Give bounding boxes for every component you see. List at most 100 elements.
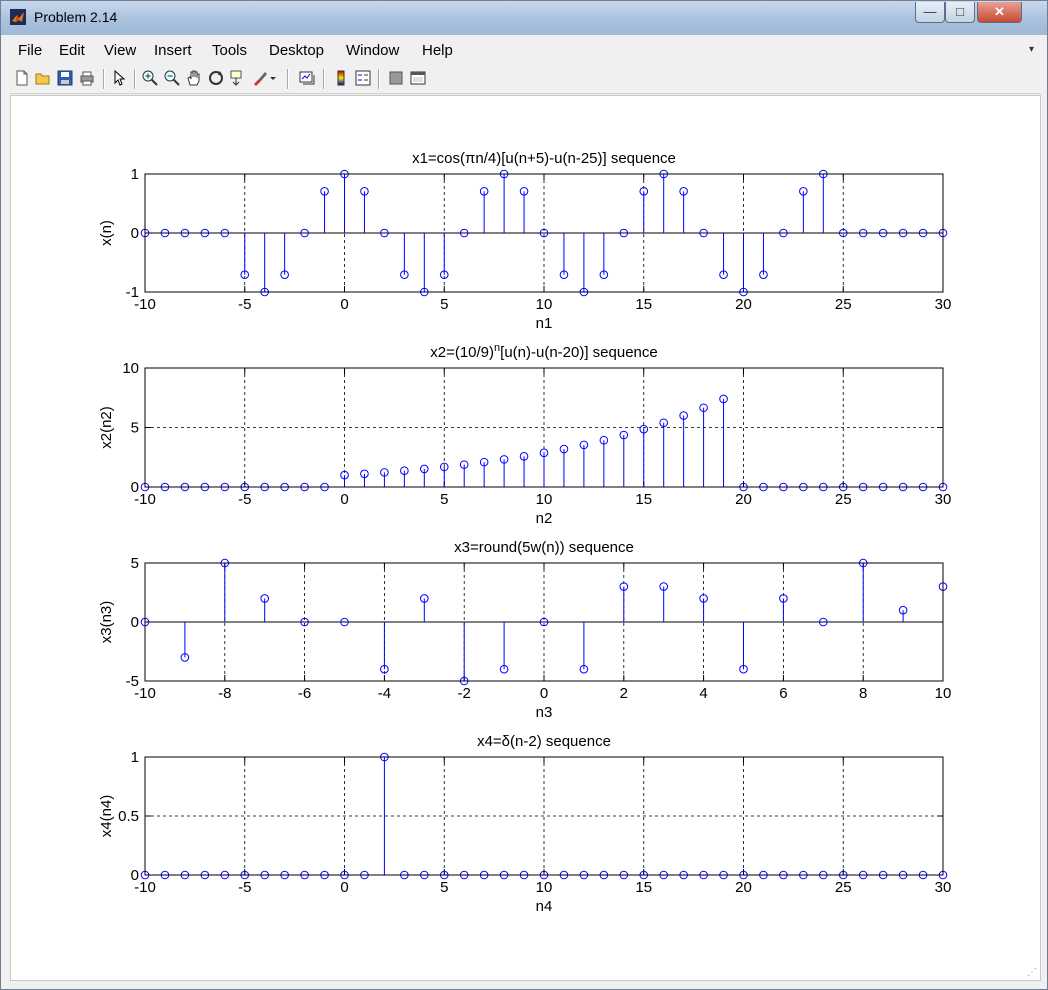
toolbar-separator: [378, 69, 380, 89]
x-axis-label: n4: [536, 898, 553, 915]
y-tick-label: 0: [131, 479, 139, 496]
menu-edit[interactable]: Edit: [59, 42, 85, 59]
y-axis-label: x4(n4): [98, 795, 115, 838]
y-axis-label: x2(n2): [98, 406, 115, 449]
figure-window: Problem 2.14 — □ ✕ File Edit View Insert…: [0, 0, 1048, 990]
hide-plot-tools-icon[interactable]: [387, 69, 405, 87]
insert-legend-icon[interactable]: [354, 69, 372, 87]
y-tick-label: 0.5: [118, 808, 139, 825]
window-title: Problem 2.14: [34, 9, 118, 25]
show-plot-tools-icon[interactable]: [409, 69, 427, 87]
x-tick-label: 15: [635, 879, 652, 896]
y-axis-label: x3(n3): [98, 601, 115, 644]
y-tick-label: 5: [131, 555, 139, 572]
menu-tools[interactable]: Tools: [212, 42, 247, 59]
y-tick-label: 10: [122, 360, 139, 377]
subplot-title: x2=(10/9)n[u(n)-u(n-20)] sequence: [430, 342, 658, 361]
menu-insert[interactable]: Insert: [154, 42, 192, 59]
subplot-4: -10 -5 0 5 10 15 20 25 3000.51x4=δ(n-2) sequence…: [98, 733, 951, 915]
insert-colorbar-icon[interactable]: [332, 69, 350, 87]
x-tick-label: 5: [440, 491, 448, 508]
toolbar-separator: [134, 69, 136, 89]
x-tick-label: 4: [699, 685, 707, 702]
y-tick-label: 0: [131, 614, 139, 631]
x-tick-label: 25: [835, 296, 852, 313]
x-tick-label: 25: [835, 491, 852, 508]
x-tick-label: -5: [238, 879, 251, 896]
subplot-title: x3=round(5w(n)) sequence: [454, 539, 634, 556]
x-tick-label: -6: [298, 685, 311, 702]
edit-plot-arrow-icon[interactable]: [110, 69, 128, 87]
resize-grip-icon[interactable]: ⋰: [1027, 967, 1037, 978]
menu-bar: File Edit View Insert Tools Desktop Wind…: [10, 38, 1040, 64]
menu-desktop[interactable]: Desktop: [269, 42, 324, 59]
x-tick-label: 5: [440, 879, 448, 896]
minimize-button[interactable]: —: [915, 2, 945, 23]
print-icon[interactable]: [78, 69, 96, 87]
maximize-button[interactable]: □: [945, 2, 975, 23]
x-tick-label: -5: [238, 296, 251, 313]
figure-toolbar: [10, 65, 1040, 94]
x-tick-label: 15: [635, 491, 652, 508]
subplot-title: x4=δ(n-2) sequence: [477, 733, 611, 750]
x-tick-label: 0: [340, 491, 348, 508]
brush-dropdown-icon[interactable]: [268, 69, 278, 87]
toolbar-separator: [287, 69, 289, 89]
y-axis-label: x(n): [98, 220, 115, 246]
x-tick-label: -8: [218, 685, 231, 702]
x-tick-label: 20: [735, 296, 752, 313]
x-tick-label: 5: [440, 296, 448, 313]
zoom-out-icon[interactable]: [163, 69, 181, 87]
x-tick-label: 6: [779, 685, 787, 702]
y-tick-label: 0: [131, 225, 139, 242]
y-tick-label: 1: [131, 749, 139, 766]
figure-canvas[interactable]: -10 -5 0 5 10 15 20 25 30 -1 0 1 x1=cos(πn/4)[u(n+5)…: [10, 95, 1041, 981]
toolbar-separator: [103, 69, 105, 89]
rotate-3d-icon[interactable]: [207, 69, 225, 87]
x-tick-label: -4: [378, 685, 391, 702]
matlab-logo-icon: [10, 9, 26, 25]
open-file-icon[interactable]: [34, 69, 52, 87]
subplot-2: -10 -5 0 5 10 15 20 25 300510x2=(10/9)n[u(n)-u(n…: [98, 342, 951, 527]
y-tick-label: -1: [126, 284, 139, 301]
y-tick-label: 5: [131, 420, 139, 437]
link-plot-icon[interactable]: [298, 69, 316, 87]
menu-view[interactable]: View: [104, 42, 136, 59]
subplot-1: -10 -5 0 5 10 15 20 25 30-101x1=cos(πn/4)[u(n+5)…: [98, 150, 951, 332]
x-tick-label: 0: [340, 879, 348, 896]
y-tick-label: 1: [131, 166, 139, 183]
title-bar[interactable]: Problem 2.14 — □ ✕: [1, 1, 1047, 35]
menu-file[interactable]: File: [18, 42, 42, 59]
menu-help[interactable]: Help: [422, 42, 453, 59]
data-cursor-icon[interactable]: [229, 69, 247, 87]
pan-hand-icon[interactable]: [185, 69, 203, 87]
new-figure-icon[interactable]: [13, 69, 31, 87]
x-tick-label: 0: [340, 296, 348, 313]
x-tick-label: 20: [735, 879, 752, 896]
x-tick-label: 8: [859, 685, 867, 702]
x-axis-label: n2: [536, 510, 553, 527]
x-tick-label: -2: [458, 685, 471, 702]
x-axis-label: n3: [536, 704, 553, 721]
y-tick-label: -5: [126, 673, 139, 690]
menu-overflow-icon[interactable]: ▾: [1029, 44, 1034, 55]
x-tick-label: 25: [835, 879, 852, 896]
zoom-in-icon[interactable]: [141, 69, 159, 87]
x-tick-label: 0: [540, 685, 548, 702]
y-tick-label: 0: [131, 867, 139, 884]
save-icon[interactable]: [56, 69, 74, 87]
x-tick-label: 30: [935, 879, 952, 896]
subplot-3: -10 -8 -6 -4 -2 0 2 4 6 8 10-505x3=round(5w(n)) se…: [98, 539, 951, 721]
x-tick-label: 15: [635, 296, 652, 313]
close-button[interactable]: ✕: [977, 2, 1022, 23]
subplot-title: x1=cos(πn/4)[u(n+5)-u(n-25)] sequence: [412, 150, 676, 167]
x-axis-label: n1: [536, 315, 553, 332]
x-tick-label: 10: [935, 685, 952, 702]
subplots-svg: -10 -5 0 5 10 15 20 25 30-101x1=cos(πn/4)[u(n+5)…: [98, 150, 951, 915]
x-tick-label: 10: [536, 296, 553, 313]
x-tick-label: 2: [620, 685, 628, 702]
x-tick-label: 10: [536, 879, 553, 896]
brush-icon[interactable]: [251, 69, 269, 87]
x-tick-label: 30: [935, 296, 952, 313]
menu-window[interactable]: Window: [346, 42, 399, 59]
